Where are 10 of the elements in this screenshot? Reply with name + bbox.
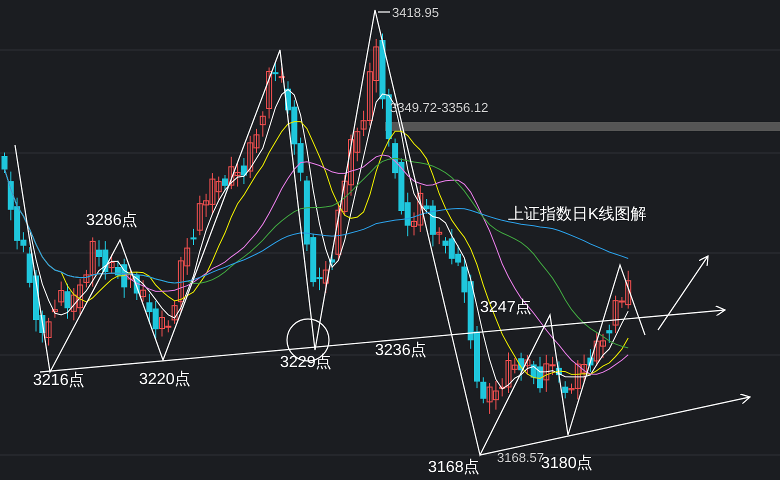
point-label: 3236点 bbox=[375, 343, 427, 359]
chart-title: 上证指数日K线图解 bbox=[508, 204, 647, 225]
point-label: 3168点 bbox=[428, 460, 480, 476]
point-label: 3216点 bbox=[33, 373, 85, 389]
high-price-label: 3418.95 bbox=[392, 4, 439, 22]
point-label: 3229点 bbox=[280, 355, 332, 371]
point-label: 3220点 bbox=[139, 372, 191, 388]
low-price-label: 3168.57 bbox=[497, 449, 544, 465]
point-label: 3180点 bbox=[541, 456, 593, 472]
point-label: 3286点 bbox=[86, 213, 138, 229]
